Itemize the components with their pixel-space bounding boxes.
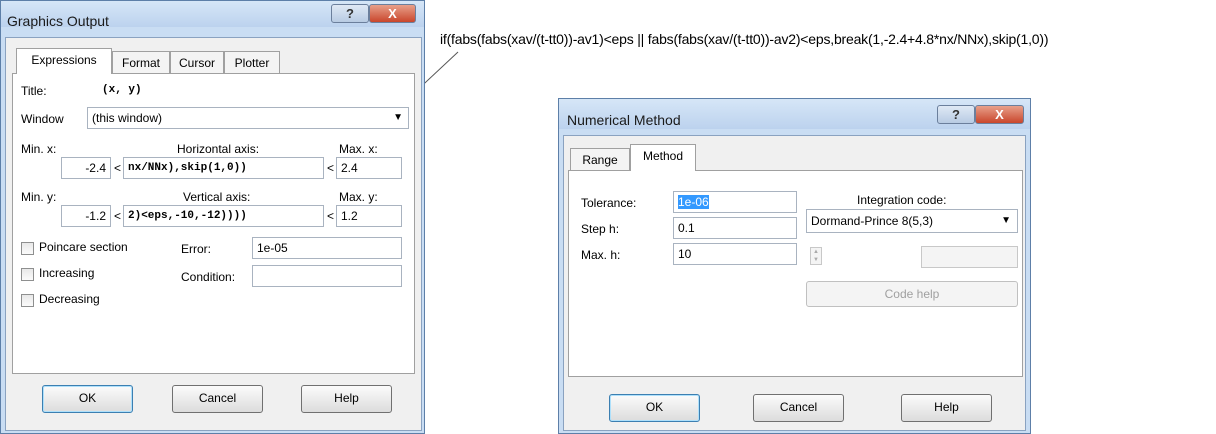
close-icon[interactable]: X	[369, 4, 416, 23]
max-x-field[interactable]: 2.4	[336, 157, 402, 179]
code-help-button[interactable]: Code help	[806, 281, 1018, 307]
min-x-label: Min. x:	[21, 142, 57, 156]
error-label: Error:	[181, 242, 211, 256]
spinner-down-icon[interactable]: ▼	[811, 256, 821, 264]
lt-sign: <	[327, 161, 335, 175]
vertical-axis-field[interactable]: 2)<eps,-10,-12))))	[123, 205, 324, 227]
window-label: Window	[21, 112, 64, 126]
maxh-label: Max. h:	[581, 248, 621, 262]
min-y-field[interactable]: -1.2	[61, 205, 111, 227]
expressions-tabpage: Title: (x, y) Window (this window) ▼ Min…	[12, 73, 415, 374]
min-x-field[interactable]: -2.4	[61, 157, 111, 179]
condition-label: Condition:	[181, 270, 236, 284]
close-icon[interactable]: X	[975, 105, 1024, 124]
tab-cursor[interactable]: Cursor	[170, 51, 224, 74]
increasing-label: Increasing	[39, 266, 95, 280]
vertical-axis-label: Vertical axis:	[183, 190, 251, 204]
help-icon[interactable]: ?	[937, 105, 975, 124]
numerical-dialog-title: Numerical Method	[567, 112, 681, 128]
graphics-dialog-title: Graphics Output	[7, 13, 109, 29]
graphics-output-dialog: Graphics Output ? X Expressions Format C…	[0, 0, 425, 434]
max-y-field[interactable]: 1.2	[336, 205, 402, 227]
code-param-field[interactable]	[921, 246, 1018, 268]
max-y-label: Max. y:	[339, 190, 378, 204]
decreasing-label: Decreasing	[39, 292, 100, 306]
chevron-down-icon: ▼	[393, 112, 403, 123]
increasing-checkbox[interactable]	[21, 268, 34, 281]
help-button[interactable]: Help	[301, 385, 392, 413]
title-label: Title:	[21, 84, 47, 98]
help-icon[interactable]: ?	[331, 4, 369, 23]
poincare-label: Poincare section	[39, 240, 128, 254]
cancel-button[interactable]: Cancel	[172, 385, 263, 413]
tab-expressions[interactable]: Expressions	[16, 48, 112, 74]
min-y-label: Min. y:	[21, 190, 57, 204]
tolerance-field[interactable]: 1e-06	[673, 191, 797, 213]
horizontal-axis-label: Horizontal axis:	[177, 142, 260, 156]
step-label: Step h:	[581, 222, 620, 236]
tab-plotter[interactable]: Plotter	[224, 51, 280, 74]
tab-format[interactable]: Format	[112, 51, 170, 74]
lt-sign: <	[114, 209, 122, 223]
max-x-label: Max. x:	[339, 142, 378, 156]
step-field[interactable]: 0.1	[673, 217, 797, 239]
title-field[interactable]: (x, y)	[97, 79, 407, 101]
window-select[interactable]: (this window) ▼	[87, 107, 409, 129]
integration-label: Integration code:	[857, 193, 947, 207]
numerical-method-dialog: Numerical Method ? X Range Method Tolera…	[558, 98, 1031, 434]
maxh-field[interactable]: 10	[673, 243, 797, 265]
lt-sign: <	[327, 209, 335, 223]
spinner-up-icon[interactable]: ▲	[811, 248, 821, 256]
cancel-button[interactable]: Cancel	[753, 394, 844, 422]
tolerance-label: Tolerance:	[581, 196, 637, 210]
tolerance-value: 1e-06	[678, 195, 709, 209]
lt-sign: <	[114, 161, 122, 175]
window-select-value: (this window)	[92, 111, 163, 125]
tab-range[interactable]: Range	[570, 148, 630, 170]
chevron-down-icon: ▼	[1001, 215, 1011, 226]
graphics-body: Expressions Format Cursor Plotter Title:…	[5, 37, 422, 431]
poincare-checkbox[interactable]	[21, 242, 34, 255]
ok-button[interactable]: OK	[42, 385, 133, 413]
integration-select-value: Dormand-Prince 8(5,3)	[811, 214, 934, 228]
error-field[interactable]: 1e-05	[252, 237, 402, 259]
condition-field[interactable]	[252, 265, 402, 287]
help-button[interactable]: Help	[901, 394, 992, 422]
numerical-body: Range Method Tolerance: 1e-06 Step h: 0.…	[563, 135, 1026, 431]
horizontal-axis-field[interactable]: nx/NNx),skip(1,0))	[123, 157, 324, 179]
ok-button[interactable]: OK	[609, 394, 700, 422]
method-tabpage: Tolerance: 1e-06 Step h: 0.1 Max. h: 10 …	[568, 170, 1023, 377]
tab-method[interactable]: Method	[630, 144, 696, 171]
integration-select[interactable]: Dormand-Prince 8(5,3) ▼	[806, 209, 1018, 233]
spinner-control: ▲ ▼	[810, 247, 822, 265]
decreasing-checkbox[interactable]	[21, 294, 34, 307]
